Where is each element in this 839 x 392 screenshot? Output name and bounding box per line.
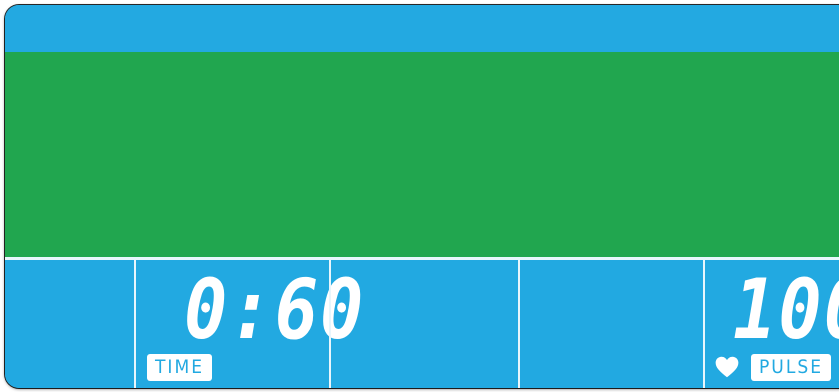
pulse-value: 100 (733, 261, 839, 358)
time-readout: 0:60 TIME (136, 260, 363, 388)
console-panel: 0:60 TIME 100 PULSE (5, 5, 839, 388)
readout-cell-empty-2 (331, 260, 518, 388)
pulse-readout: 100 PULSE (705, 260, 839, 388)
heart-icon (715, 356, 739, 378)
top-band (5, 5, 839, 51)
readout-row: 0:60 TIME 100 PULSE (5, 257, 839, 388)
main-lcd-display (5, 52, 839, 257)
readout-cell-empty-3 (520, 260, 703, 388)
time-label: TIME (147, 354, 213, 381)
pulse-label: PULSE (751, 354, 831, 381)
readout-cell-empty-1 (5, 260, 134, 388)
